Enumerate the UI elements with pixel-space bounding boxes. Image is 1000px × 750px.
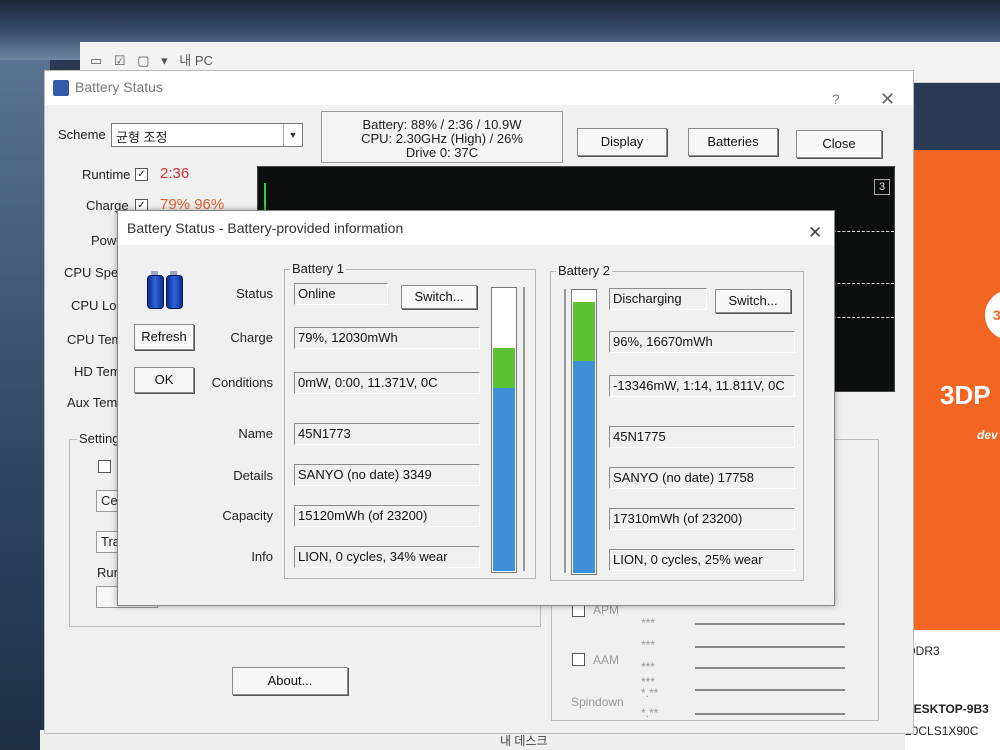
explorer-title: 내 PC: [179, 53, 213, 68]
battery1-switch-button[interactable]: Switch...: [401, 285, 477, 309]
new-folder-icon[interactable]: ▢: [137, 53, 149, 68]
window-close-icon[interactable]: ✕: [880, 89, 895, 110]
battery-app-icon: [53, 80, 69, 96]
runtime-value: 2:36: [160, 165, 190, 182]
settings-label: Setting: [77, 431, 122, 446]
battery1-charge: 79%, 12030mWh: [294, 327, 480, 349]
battery1-status: Online: [294, 283, 388, 305]
window-titlebar[interactable]: Battery Status ? ✕: [45, 71, 913, 109]
battery1-conditions: 0mW, 0:00, 11.371V, 0C: [294, 372, 480, 394]
window-title: Battery Status: [75, 79, 163, 95]
scheme-select[interactable]: 균형 조정 ▼: [111, 123, 303, 147]
battery2-conditions: -13346mW, 1:14, 11.811V, 0C: [609, 375, 795, 397]
battery2-charge: 96%, 16670mWh: [609, 331, 795, 353]
battery2-capacity: 17310mWh (of 23200): [609, 508, 795, 530]
dialog-titlebar[interactable]: Battery Status - Battery-provided inform…: [118, 211, 834, 245]
bottom-strip-text: 내 데스크: [500, 734, 548, 748]
chevron-down-icon[interactable]: ▼: [283, 124, 302, 146]
battery1-charge-fill: [493, 348, 515, 388]
aam-slider-2[interactable]: [695, 689, 845, 691]
scheme-label: Scheme: [58, 127, 106, 142]
charge-row-label: Charge: [230, 330, 273, 345]
settings-checkbox[interactable]: [98, 460, 111, 473]
battery1-level-bar: [491, 287, 517, 573]
web-model-text: 20CLS1X90C: [905, 724, 979, 738]
battery1-info: LION, 0 cycles, 34% wear: [294, 546, 480, 568]
battery1-details: SANYO (no date) 3349: [294, 464, 480, 486]
display-button[interactable]: Display: [577, 128, 667, 156]
dialog-title: Battery Status - Battery-provided inform…: [127, 220, 404, 236]
status-summary: Battery: 88% / 2:36 / 10.9W CPU: 2.30GHz…: [321, 111, 563, 163]
battery1-capacity: 15120mWh (of 23200): [294, 505, 480, 527]
status-row-label: Status: [236, 286, 273, 301]
spindown-slider[interactable]: [695, 713, 845, 715]
web-badge: 3: [985, 290, 1000, 340]
customize-toolbar-chevron-icon[interactable]: ▾: [161, 53, 168, 68]
aam-label: AAM: [593, 653, 620, 667]
apm-value-2: ***: [641, 638, 656, 652]
battery2-status: Discharging: [609, 288, 707, 310]
info-row-label: Info: [251, 549, 273, 564]
runtime-checkbox[interactable]: ✓: [135, 168, 148, 181]
web-subheading: dev: [977, 428, 998, 442]
web-heading: 3DP: [940, 380, 991, 410]
runtime-label: Runtime: [82, 167, 131, 182]
web-page-banner: 3 3DP dev: [905, 150, 1000, 630]
battery-info-dialog: Battery Status - Battery-provided inform…: [117, 210, 835, 606]
spindown-value-2: *.**: [641, 706, 659, 720]
help-icon[interactable]: ?: [832, 91, 840, 107]
battery2-switch-button[interactable]: Switch...: [715, 289, 791, 313]
aam-value-1: ***: [641, 660, 656, 674]
capacity-row-label: Capacity: [222, 508, 273, 523]
dialog-close-icon[interactable]: ✕: [808, 223, 822, 243]
spindown-value-1: *.**: [641, 686, 659, 700]
computer-icon[interactable]: ▭: [90, 53, 102, 68]
web-system-info: DDR3 DESKTOP-9B3 20CLS1X90C: [905, 630, 1000, 750]
name-row-label: Name: [238, 426, 273, 441]
apm-slider-2[interactable]: [695, 646, 845, 648]
close-button[interactable]: Close: [796, 130, 882, 158]
battery2-slider-track: [564, 289, 566, 573]
battery2-name: 45N1775: [609, 426, 795, 448]
desktop-wallpaper-left: [0, 60, 50, 750]
apm-slider[interactable]: [695, 623, 845, 625]
cpu-load-label: CPU Loa: [71, 298, 124, 313]
battery2-title: Battery 2: [556, 263, 613, 278]
web-desktop-name: DESKTOP-9B3: [905, 702, 989, 716]
graph-index[interactable]: 3: [874, 179, 890, 195]
battery1-capacity-fill: [493, 388, 515, 571]
battery2-info: LION, 0 cycles, 25% wear: [609, 549, 795, 571]
aam-checkbox[interactable]: [572, 653, 585, 666]
aux-temp-label: Aux Temp: [67, 395, 125, 410]
quick-access-toolbar: ▭ ☑ ▢ ▾ 내 PC: [90, 50, 221, 69]
battery2-level-bar: [571, 289, 597, 575]
summary-drive: Drive 0: 37C: [405, 145, 479, 160]
battery1-name: 45N1773: [294, 423, 480, 445]
battery1-slider-track: [523, 287, 525, 571]
summary-cpu: CPU: 2.30GHz (High) / 26%: [361, 131, 523, 146]
about-button[interactable]: About...: [232, 667, 348, 695]
spindown-label: Spindown: [571, 695, 624, 709]
aam-slider[interactable]: [695, 667, 845, 669]
details-row-label: Details: [233, 468, 273, 483]
summary-battery: Battery: 88% / 2:36 / 10.9W: [362, 117, 522, 132]
properties-icon[interactable]: ☑: [114, 53, 126, 68]
battery2-charge-fill: [573, 302, 595, 361]
scheme-select-value: 균형 조정: [116, 130, 168, 145]
battery2-capacity-fill: [573, 361, 595, 573]
cpu-temp-label: CPU Tem: [67, 332, 123, 347]
battery2-details: SANYO (no date) 17758: [609, 467, 795, 489]
conditions-row-label: Conditions: [211, 375, 273, 390]
apm-value-1: ***: [641, 616, 656, 630]
battery1-title: Battery 1: [290, 261, 347, 276]
batteries-button[interactable]: Batteries: [688, 128, 778, 156]
